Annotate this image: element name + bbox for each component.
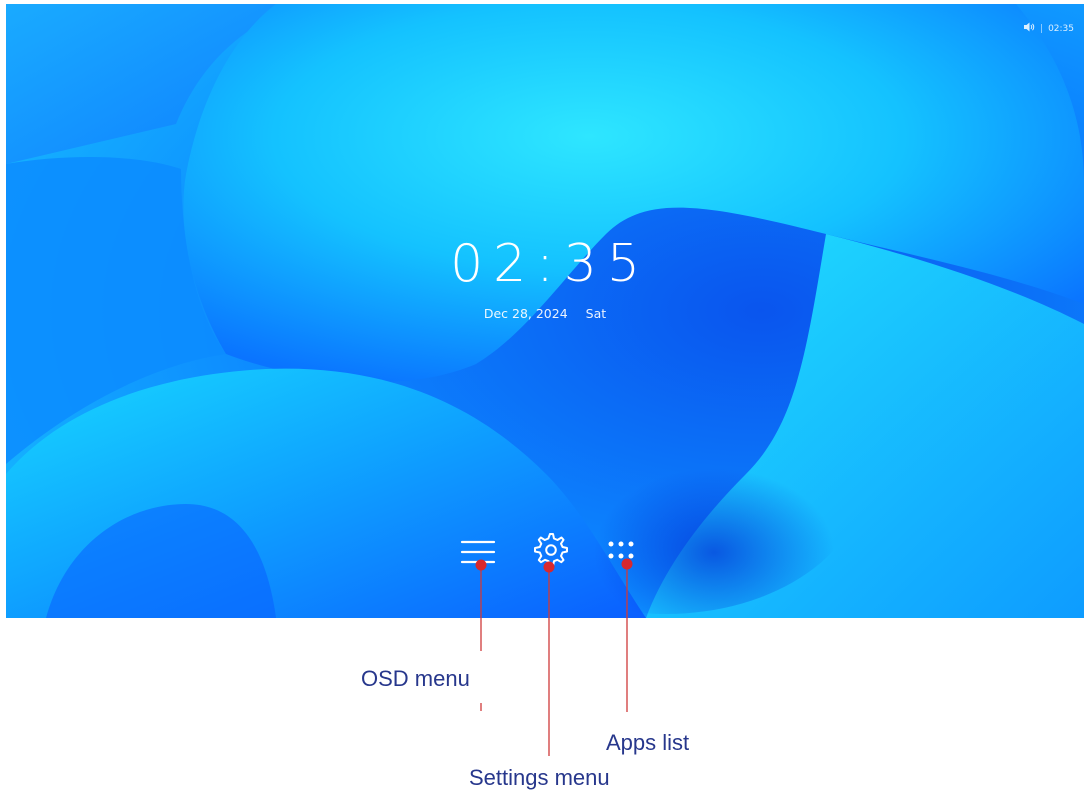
settings-button[interactable] <box>530 530 570 567</box>
home-date: Dec 28, 2024 <box>483 306 568 321</box>
settings-menu-label: Settings menu <box>469 765 610 790</box>
osd-menu-label: OSD menu <box>361 666 470 691</box>
apps-grid-icon <box>604 534 644 570</box>
home-weekday: Sat <box>585 306 607 321</box>
apps-list-label: Apps list <box>606 730 690 755</box>
annotated-screenshot: 02:35 02:35 Dec 28, 2024 Sat OSD menu Ap… <box>0 0 1084 796</box>
status-separator <box>1041 24 1043 33</box>
display-screen: 02:35 02:35 Dec 28, 2024 Sat <box>6 4 1084 618</box>
status-bar: 02:35 <box>1024 22 1074 35</box>
gear-icon <box>530 530 570 570</box>
osd-menu-button[interactable] <box>458 534 498 570</box>
apps-list-button[interactable] <box>604 534 644 570</box>
home-date-row: Dec 28, 2024 Sat <box>6 306 1084 321</box>
home-clock: 02:35 <box>450 234 650 294</box>
speaker-icon[interactable] <box>1024 22 1035 35</box>
status-time: 02:35 <box>1048 23 1074 34</box>
hamburger-menu-icon <box>458 534 498 570</box>
